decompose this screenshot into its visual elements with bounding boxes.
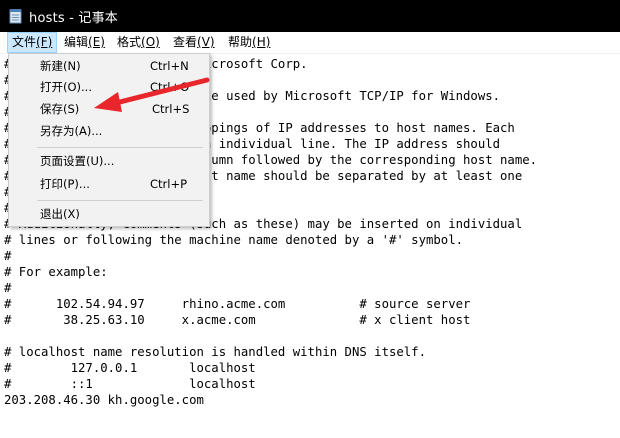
menu-item-print-label: 打印(P)... <box>40 177 90 191</box>
menu-format[interactable]: 格式(O) <box>113 32 164 53</box>
menu-item-page-setup-label: 页面设置(U)... <box>40 154 115 168</box>
editor-line: # 102.54.94.97 rhino.acme.com # source s… <box>4 297 471 311</box>
menu-item-save-as[interactable]: 另存为(A)... <box>9 120 209 142</box>
menu-separator <box>37 147 203 148</box>
editor-line: # lines or following the machine name de… <box>4 233 464 247</box>
title-bar[interactable]: hosts - 记事本 <box>0 0 620 32</box>
menu-help[interactable]: 帮助(H) <box>224 32 274 53</box>
menu-item-open[interactable]: 打开(O)... Ctrl+O <box>9 76 209 98</box>
menu-file[interactable]: 文件(F) <box>7 32 58 53</box>
editor-line: # localhost name resolution is handled w… <box>4 345 426 359</box>
menu-item-save[interactable]: 保存(S) Ctrl+S <box>9 98 209 120</box>
editor-line: 203.208.46.30 kh.google.com <box>4 393 204 407</box>
menu-file-label: 文件 <box>12 35 37 49</box>
menu-format-label: 格式 <box>117 35 142 49</box>
editor-line: # ::1 localhost <box>4 377 256 391</box>
editor-line: # <box>4 249 12 263</box>
menu-edit-key: (E) <box>88 35 105 49</box>
editor-line: # <box>4 281 12 295</box>
menu-view-label: 查看 <box>173 35 198 49</box>
window-title: hosts - 记事本 <box>29 10 118 26</box>
menu-item-save-label: 保存(S) <box>40 102 80 116</box>
menu-item-print-shortcut: Ctrl+P <box>150 177 188 191</box>
menu-item-open-label: 打开(O)... <box>40 80 92 94</box>
menu-view[interactable]: 查看(V) <box>169 32 219 53</box>
menu-item-new-label: 新建(N) <box>40 59 81 73</box>
notepad-icon <box>9 8 23 24</box>
menu-separator <box>37 200 203 201</box>
menu-item-print[interactable]: 打印(P)... Ctrl+P <box>9 173 209 195</box>
editor-line: # For example: <box>4 265 108 279</box>
menu-edit-label: 编辑 <box>64 35 89 49</box>
menu-edit[interactable]: 编辑(E) <box>60 32 109 53</box>
menu-item-new[interactable]: 新建(N) Ctrl+N <box>9 55 209 77</box>
menu-view-key: (V) <box>197 35 215 49</box>
menu-item-open-shortcut: Ctrl+O <box>150 80 190 94</box>
editor-line: # 127.0.0.1 localhost <box>4 361 256 375</box>
editor-line: # 38.25.63.10 x.acme.com # x client host <box>4 313 471 327</box>
file-dropdown-menu: 新建(N) Ctrl+N 打开(O)... Ctrl+O 保存(S) Ctrl+… <box>8 53 210 227</box>
menu-item-save-as-label: 另存为(A)... <box>40 124 103 138</box>
menu-item-exit[interactable]: 退出(X) <box>9 203 209 225</box>
menu-help-key: (H) <box>252 35 271 49</box>
menu-item-page-setup[interactable]: 页面设置(U)... <box>9 150 209 172</box>
menu-item-exit-label: 退出(X) <box>40 207 80 221</box>
menu-file-key: (F) <box>36 35 53 49</box>
menu-item-new-shortcut: Ctrl+N <box>150 59 189 73</box>
menu-bar: 文件(F) 编辑(E) 格式(O) 查看(V) 帮助(H) <box>0 32 620 53</box>
menu-item-save-shortcut: Ctrl+S <box>152 102 190 116</box>
menu-help-label: 帮助 <box>228 35 253 49</box>
menu-format-key: (O) <box>141 35 160 49</box>
